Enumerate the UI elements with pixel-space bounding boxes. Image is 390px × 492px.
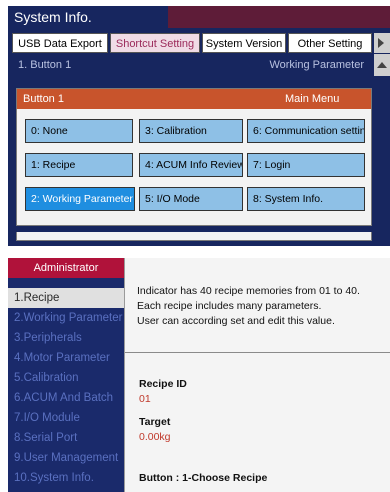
option-working-parameter-button[interactable]: 2: Working Parameter [25, 187, 135, 211]
sidebar-item-working-parameter[interactable]: 2.Working Parameter [8, 308, 124, 328]
title-bar-accent [168, 6, 390, 28]
sidebar-item-calibration[interactable]: 5.Calibration [8, 368, 124, 388]
window-title: System Info. [8, 6, 168, 28]
sidebar-item-serial-port[interactable]: 8.Serial Port [8, 428, 124, 448]
tab-other-setting[interactable]: Other Setting [288, 33, 372, 53]
option-recipe-button[interactable]: 1: Recipe [25, 153, 133, 177]
recipe-description: Indicator has 40 recipe memories from 01… [137, 284, 387, 329]
target-label: Target [139, 416, 171, 428]
description-line-1: Indicator has 40 recipe memories from 01… [137, 285, 360, 297]
sidebar-item-motor-parameter[interactable]: 4.Motor Parameter [8, 348, 124, 368]
description-line-3: User can according set and edit this val… [137, 315, 335, 327]
tab-bar: USB Data Export Shortcut Setting System … [8, 30, 390, 54]
sidebar-item-system-info[interactable]: 10.System Info. [8, 468, 124, 488]
sidebar-item-user-management[interactable]: 9.User Management [8, 448, 124, 468]
chevron-up-icon [377, 62, 387, 68]
shortcut-row-button-1[interactable]: 1. Button 1 Working Parameter [8, 54, 390, 76]
administrator-screen: Administrator 1.Recipe 2.Working Paramet… [8, 258, 390, 492]
sidebar-item-acum-and-batch[interactable]: 6.ACUM And Batch [8, 388, 124, 408]
recipe-id-label: Recipe ID [139, 378, 187, 390]
tab-system-version[interactable]: System Version [202, 33, 286, 53]
title-bar: System Info. [8, 6, 390, 28]
sidebar-item-recipe[interactable]: 1.Recipe [8, 288, 124, 308]
scroll-up-button[interactable] [374, 54, 390, 76]
option-io-mode-button[interactable]: 5: I/O Mode [139, 187, 243, 211]
tab-scroll-right-button[interactable] [374, 33, 390, 53]
button-assignment-dialog: Button 1 Main Menu 0: None 3: Calibratio… [16, 88, 372, 226]
content-divider [125, 352, 390, 353]
option-communication-setting-button[interactable]: 6: Communication setting [247, 119, 365, 143]
recipe-id-value[interactable]: 01 [139, 393, 151, 405]
option-calibration-button[interactable]: 3: Calibration [139, 119, 243, 143]
recipe-content-panel: Indicator has 40 recipe memories from 01… [124, 258, 390, 492]
admin-sidebar: Administrator 1.Recipe 2.Working Paramet… [8, 258, 124, 492]
chevron-right-icon [378, 38, 384, 48]
dialog-title: Button 1 [23, 93, 64, 105]
sidebar-header: Administrator [8, 258, 124, 278]
option-system-info-button[interactable]: 8: System Info. [247, 187, 365, 211]
option-acum-info-review-button[interactable]: 4: ACUM Info Review [139, 153, 243, 177]
dialog-header: Button 1 Main Menu [17, 89, 371, 109]
sidebar-item-peripherals[interactable]: 3.Peripherals [8, 328, 124, 348]
button-hint: Button : 1-Choose Recipe [139, 472, 268, 484]
shortcut-row-label: 1. Button 1 [18, 59, 72, 71]
description-line-2: Each recipe includes many parameters. [137, 300, 322, 312]
dialog-menu-label: Main Menu [285, 93, 340, 105]
dialog-footer-strip [16, 232, 372, 241]
tab-shortcut-setting[interactable]: Shortcut Setting [110, 33, 200, 53]
tab-usb-data-export[interactable]: USB Data Export [12, 33, 108, 53]
system-info-window: System Info. USB Data Export Shortcut Se… [8, 6, 390, 246]
option-login-button[interactable]: 7: Login [247, 153, 365, 177]
target-value[interactable]: 0.00kg [139, 431, 171, 443]
sidebar-item-io-module[interactable]: 7.I/O Module [8, 408, 124, 428]
shortcut-row-value: Working Parameter [269, 59, 364, 71]
option-none-button[interactable]: 0: None [25, 119, 133, 143]
